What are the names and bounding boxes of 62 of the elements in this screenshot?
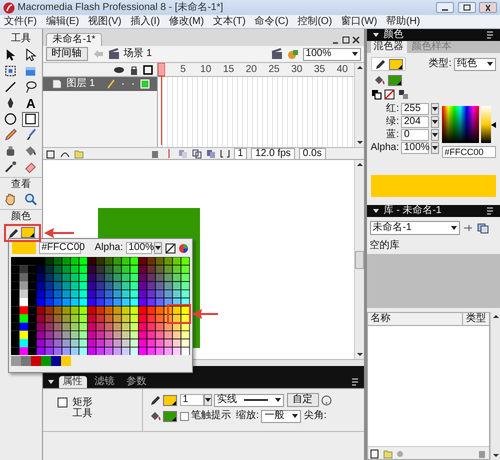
panel-tab[interactable]: 属性 [58, 376, 87, 388]
tool-name: 矩形 工具 [72, 397, 93, 419]
frame-number: 15 [222, 64, 236, 76]
checkbox-label: 笔触提示 [191, 410, 232, 422]
panel-title: 颜色 [384, 29, 404, 41]
menu-item[interactable]: 窗口(W) [341, 16, 378, 28]
panel-tab[interactable]: 滤镜 [90, 376, 119, 388]
hex-field[interactable]: #FFCC00 [442, 146, 496, 158]
scale-dropdown[interactable]: 一般 [261, 410, 302, 422]
column-header[interactable]: 类型 [463, 312, 489, 324]
field-label: 缩放: [236, 410, 259, 422]
field-label: 红: [386, 103, 399, 115]
field-label: Alpha: [94, 242, 123, 254]
panel-title: 库 - 未命名-1 [384, 204, 442, 216]
menu-item[interactable]: 控制(O) [298, 16, 332, 28]
frame-number: 40 [336, 64, 349, 76]
channel-field[interactable]: 255 [401, 103, 429, 115]
field-label: Alpha: [370, 142, 399, 154]
menu-item[interactable]: 命令(C) [254, 16, 289, 28]
scene-name: 场景 1 [124, 48, 152, 60]
frame-rate: 12.0 fps [251, 148, 295, 160]
alpha-field[interactable]: 100% [126, 242, 152, 254]
frame-number: 10 [199, 64, 212, 76]
menu-item[interactable]: 文件(F) [4, 16, 37, 28]
menu-item[interactable]: 编辑(E) [46, 16, 80, 28]
field-label: 绿: [386, 116, 399, 128]
menu-item[interactable]: 修改(M) [168, 16, 204, 28]
document-tab[interactable]: 未命名-1* [46, 33, 102, 46]
frame-number: 25 [267, 64, 281, 76]
field-label: 尖角: [304, 410, 327, 422]
elapsed-time: 0.0s [298, 148, 326, 160]
column-header[interactable]: 名称 [368, 312, 463, 324]
menu-item[interactable]: 文本(T) [212, 16, 246, 28]
menu-item[interactable]: 插入(I) [130, 16, 160, 28]
channel-field[interactable]: 0 [401, 129, 429, 141]
field-label: 类型: [428, 58, 452, 70]
panel-title: 工具 [10, 33, 32, 46]
zoom-dropdown[interactable]: 100% [302, 48, 361, 60]
stroke-width-field[interactable]: 1 [180, 394, 204, 406]
alpha-field[interactable]: 100% [401, 142, 429, 154]
layer-row[interactable]: 图层 1 [42, 77, 157, 91]
panel-tab[interactable]: 混色器 [370, 41, 407, 53]
timeline-button[interactable]: 时间轴 [46, 47, 88, 61]
panel-tab[interactable]: 参数 [122, 376, 151, 388]
text-tool[interactable]: A [22, 96, 40, 110]
channel-field[interactable]: 204 [401, 116, 429, 128]
library-dropdown[interactable]: 未命名-1 [370, 220, 460, 234]
menu-item[interactable]: 帮助(H) [386, 16, 420, 28]
current-frame: 1 [234, 148, 248, 160]
menu-item[interactable]: 视图(V) [88, 16, 122, 28]
custom-button[interactable]: 自定 [286, 393, 319, 407]
frame-number: 30 [290, 64, 304, 76]
frame-number: 20 [244, 64, 258, 76]
frame-number: 35 [312, 64, 326, 76]
section-title: 查看 [0, 176, 42, 192]
field-label: 蓝: [386, 129, 399, 141]
library-status: 空的库 [368, 238, 401, 252]
frame-number: 5 [179, 64, 187, 76]
fill-type-dropdown[interactable]: 纯色 [454, 58, 496, 70]
section-title: 颜色 [0, 208, 42, 224]
window-title: Macromedia Flash Professional 8 - [未命名-1*] [18, 2, 224, 14]
stroke-style-dropdown[interactable]: 实线 [214, 394, 284, 406]
